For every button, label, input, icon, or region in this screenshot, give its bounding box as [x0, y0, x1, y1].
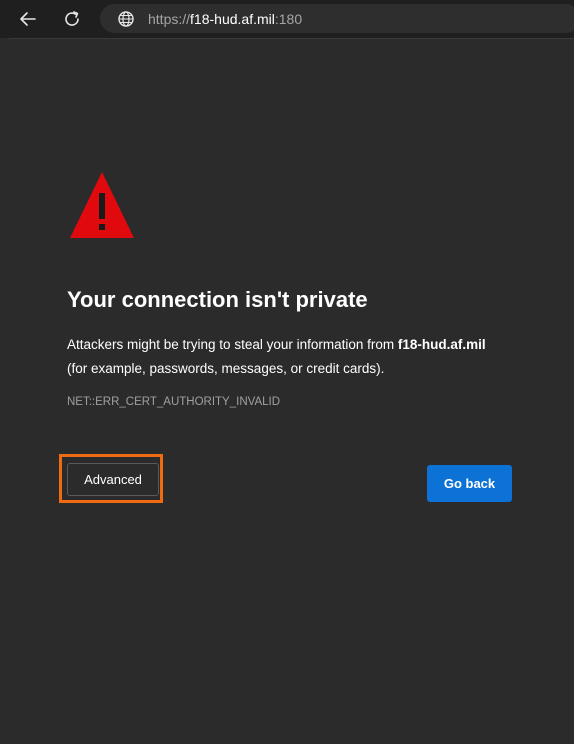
page-title: Your connection isn't private [67, 287, 368, 312]
message-prefix: Attackers might be trying to steal your … [67, 337, 398, 352]
url-host: f18-hud.af.mil [190, 10, 275, 27]
error-code: NET::ERR_CERT_AUTHORITY_INVALID [67, 396, 281, 408]
go-back-button[interactable]: Go back [427, 465, 512, 502]
advanced-button[interactable]: Advanced [67, 463, 159, 496]
reload-button[interactable] [57, 4, 87, 34]
url-scheme: https:// [148, 10, 191, 27]
message-suffix: (for example, passwords, messages, or cr… [67, 361, 385, 376]
back-button[interactable] [13, 4, 43, 34]
message-host: f18-hud.af.mil [397, 337, 486, 352]
url-port: :180 [274, 10, 303, 27]
reload-icon [65, 11, 79, 26]
address-bar[interactable]: https://f18-hud.af.mil:180 [100, 4, 574, 33]
url-text: https://f18-hud.af.mil:180 [148, 11, 302, 27]
browser-toolbar: https://f18-hud.af.mil:180 [0, 0, 574, 38]
error-message: Attackers might be trying to steal your … [67, 333, 537, 381]
error-page: Your connection isn't private Attackers … [4, 38, 574, 744]
globe-icon[interactable] [117, 10, 135, 28]
back-arrow-icon [20, 12, 36, 26]
warning-triangle-icon [70, 172, 134, 238]
